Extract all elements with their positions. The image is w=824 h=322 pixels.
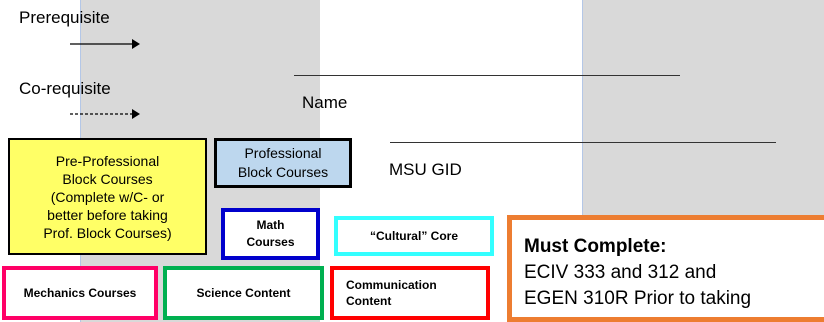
science-legend-box: Science Content <box>163 266 324 320</box>
professional-line: Block Courses <box>237 164 329 180</box>
name-line <box>294 75 680 76</box>
must-complete-box: Must Complete: ECIV 333 and 312 and EGEN… <box>507 215 824 322</box>
communication-line: Communication <box>346 278 437 292</box>
professional-line: Professional <box>244 145 322 161</box>
pre-professional-legend-box: Pre-Professional Block Courses (Complete… <box>8 138 207 255</box>
must-complete-title: Must Complete: <box>524 236 667 257</box>
math-line: Math <box>256 218 285 232</box>
pre-professional-line: better before taking <box>47 206 168 223</box>
prerequisite-label: Prerequisite <box>19 8 110 27</box>
gid-label: MSU GID <box>389 160 462 179</box>
must-complete-line: EGEN 310R Prior to taking <box>524 288 752 309</box>
communication-line: Content <box>346 294 392 308</box>
cultural-core-legend-box: “Cultural” Core <box>334 216 494 256</box>
corequisite-label: Co-requisite <box>19 79 111 98</box>
math-legend-box: Math Courses <box>221 208 320 260</box>
prerequisite-arrow-icon <box>70 39 140 49</box>
must-complete-line: ECIV 333 and 312 and <box>524 262 717 283</box>
name-label: Name <box>302 93 348 112</box>
science-label: Science Content <box>196 286 291 300</box>
pre-professional-line: Prof. Block Courses) <box>43 224 172 241</box>
gid-line <box>390 142 776 143</box>
pre-professional-line: Block Courses <box>62 170 153 187</box>
corequisite-arrow-icon <box>70 109 140 119</box>
professional-legend-box: Professional Block Courses <box>214 138 352 188</box>
cultural-core-label: “Cultural” Core <box>369 229 458 243</box>
math-line: Courses <box>246 235 295 249</box>
mechanics-legend-box: Mechanics Courses <box>2 266 158 320</box>
communication-legend-box: Communication Content <box>330 266 490 320</box>
pre-professional-line: Pre-Professional <box>55 152 160 169</box>
mechanics-label: Mechanics Courses <box>23 286 137 300</box>
pre-professional-line: (Complete w/C- or <box>50 188 165 205</box>
